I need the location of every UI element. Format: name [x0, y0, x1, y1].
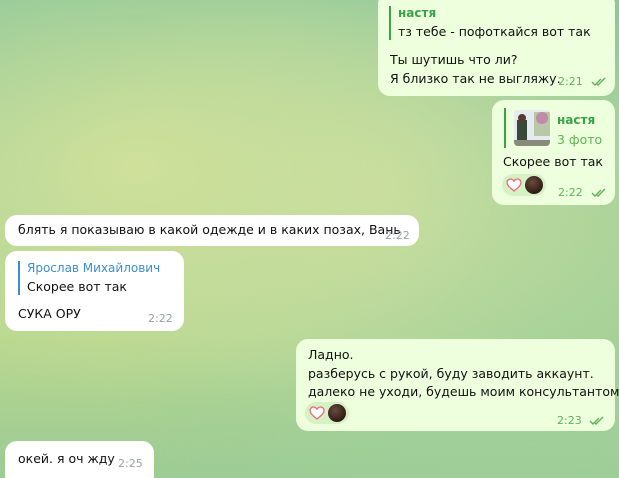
message-bubble-outgoing[interactable]: настя 3 фото Скорее вот так 2:22 — [492, 100, 615, 205]
reply-author-name: настя — [557, 113, 596, 127]
reply-text: Скорее вот так — [27, 279, 127, 294]
message-text: Ты шутишь что ли? — [390, 52, 518, 67]
heart-reaction-icon — [505, 176, 523, 194]
reactor-avatar — [328, 404, 346, 422]
double-check-icon — [589, 416, 604, 425]
message-time: 2:21 — [558, 75, 583, 88]
photo-thumbnail — [514, 110, 550, 146]
message-bubble-incoming[interactable]: блять я показываю в какой одежде и в как… — [5, 215, 419, 246]
message-text: Я близко так не выгляжу. — [390, 71, 561, 86]
message-text: СУКА ОРУ — [18, 306, 81, 321]
reply-quote[interactable]: Ярослав Михайлович Скорее вот так — [18, 261, 160, 295]
message-text: Ладно. — [308, 347, 354, 362]
reply-text: тз тебе - пофоткайся вот так — [398, 24, 591, 39]
message-bubble-outgoing[interactable]: Ладно. разберусь с рукой, буду заводить … — [296, 339, 619, 431]
reply-author-name: настя — [398, 6, 437, 20]
message-text: далеко не уходи, будешь моим консультант… — [308, 384, 619, 399]
heart-reaction-icon — [308, 404, 326, 422]
message-time: 2:22 — [385, 229, 410, 242]
reply-author-name: Ярослав Михайлович — [27, 261, 161, 275]
reaction-chip[interactable] — [502, 174, 546, 196]
photo-thumbnail-image — [514, 110, 550, 146]
reactor-avatar — [525, 176, 543, 194]
message-time: 2:22 — [558, 186, 583, 199]
reaction-chip[interactable] — [305, 402, 349, 424]
message-text: блять я показываю в какой одежде и в как… — [18, 222, 401, 237]
message-time: 2:23 — [557, 414, 582, 427]
reply-quote[interactable]: настя 3 фото — [504, 108, 613, 148]
message-time: 2:22 — [148, 312, 173, 325]
message-time: 2:25 — [118, 457, 143, 470]
message-bubble-outgoing[interactable]: настя тз тебе - пофоткайся вот так Ты шу… — [378, 0, 615, 96]
reply-subtitle: 3 фото — [557, 132, 603, 147]
message-bubble-incoming[interactable]: окей. я оч жду 2:25 — [5, 441, 154, 478]
double-check-icon — [591, 188, 606, 197]
double-check-icon — [591, 77, 606, 86]
message-text: разберусь с рукой, буду заводить аккаунт… — [308, 366, 594, 381]
message-text: Скорее вот так — [503, 154, 603, 169]
message-text: окей. я оч жду — [18, 451, 115, 466]
reply-quote[interactable]: настя тз тебе - пофоткайся вот так — [389, 6, 591, 40]
message-bubble-incoming[interactable]: Ярослав Михайлович Скорее вот так СУКА О… — [5, 251, 184, 331]
